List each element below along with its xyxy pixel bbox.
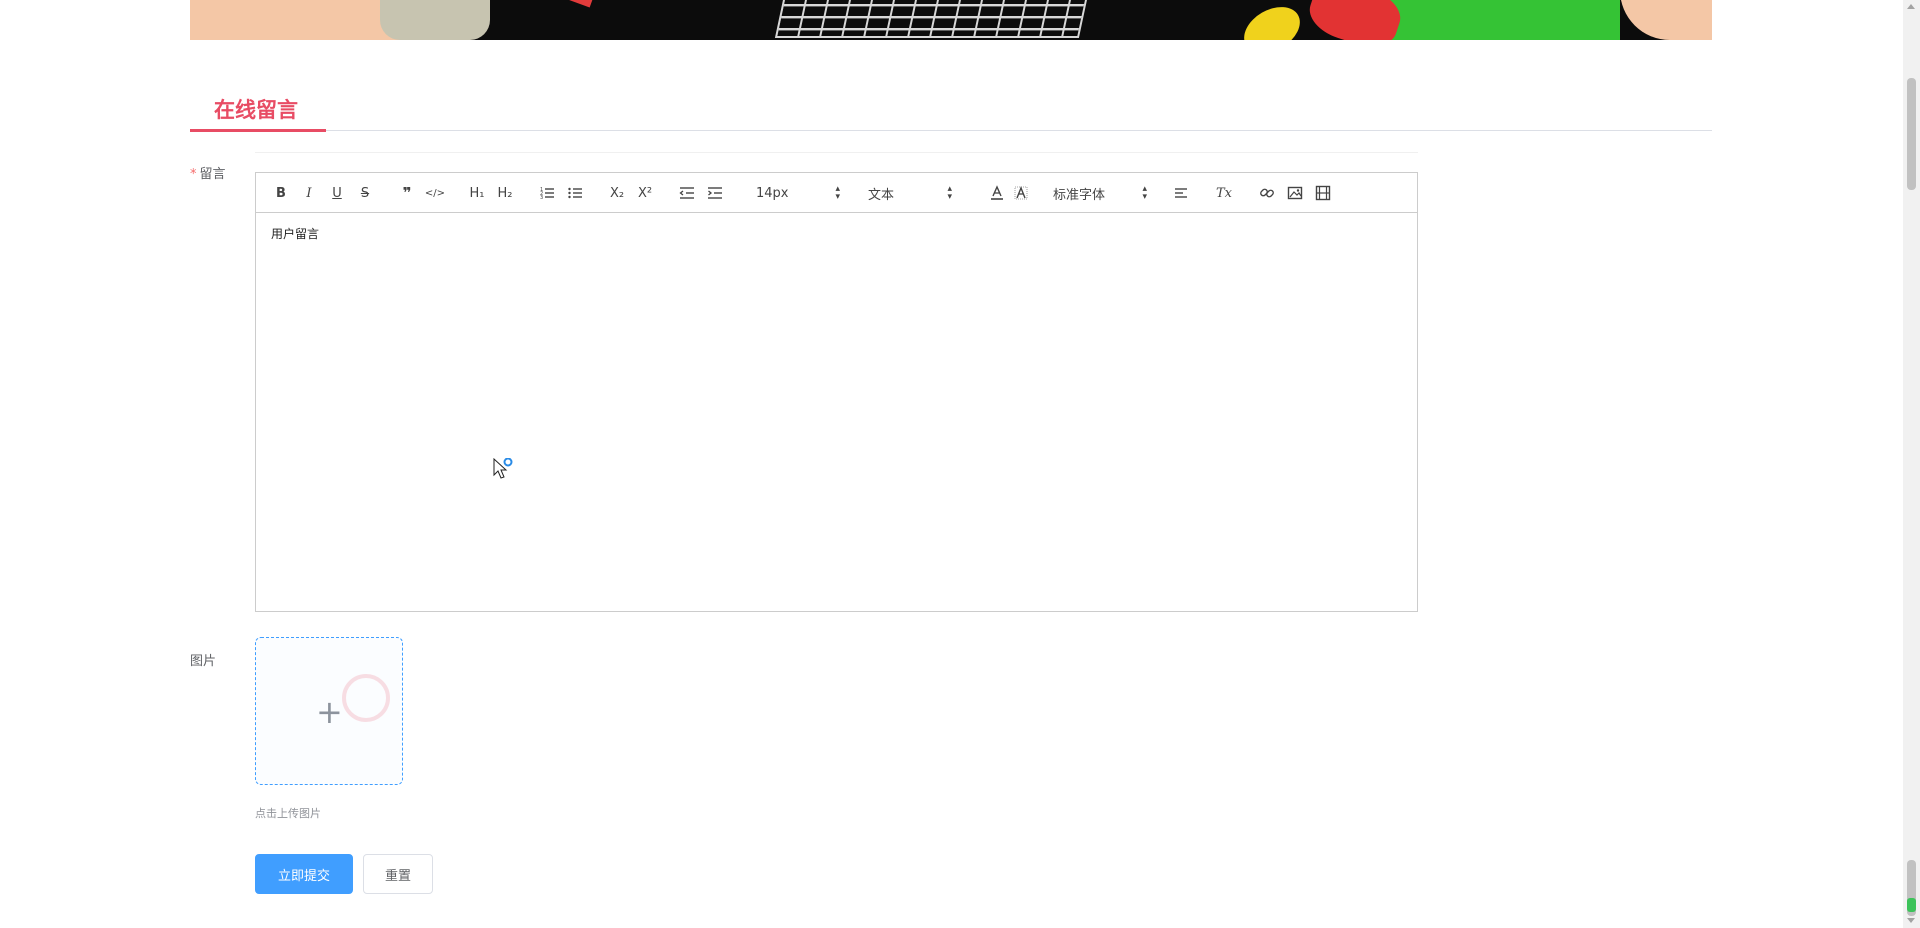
message-label-text: 留言 [199,167,226,182]
banner-shape [380,0,490,40]
editor-paragraph: 用户留言 [271,227,320,241]
align-button[interactable] [1170,181,1192,205]
banner-image [190,0,1712,40]
font-size-picker[interactable]: 14px ▴ ▾ [756,181,840,205]
bullet-list-button[interactable] [564,181,586,205]
bold-button[interactable]: B [270,181,292,205]
image-upload-box[interactable]: + [255,637,403,785]
plus-icon: + [316,693,343,731]
indent-icon [708,187,722,199]
banner-shape [568,0,594,8]
picker-caret-icon: ▴ ▾ [947,184,952,202]
font-size-value: 14px [756,185,789,201]
indent-button[interactable] [704,181,726,205]
mouse-cursor-icon [493,458,513,479]
h1-button[interactable]: H₁ [466,181,488,205]
scroll-thumb[interactable] [1907,78,1916,190]
scroll-marker [1907,898,1916,912]
page-scrollbar[interactable] [1903,0,1920,928]
image-button[interactable] [1284,181,1306,205]
ordered-list-icon: 1 2 3 [540,187,554,201]
blockquote-button[interactable]: ❞ [396,181,418,205]
background-color-icon [1014,186,1028,200]
link-button[interactable] [1256,181,1278,205]
align-left-icon [1175,188,1187,198]
underline-button[interactable]: U [326,181,348,205]
divider [255,152,1418,153]
banner-tag-shape [1303,0,1407,40]
background-color-button[interactable] [1010,181,1032,205]
italic-button[interactable]: I [298,181,320,205]
video-icon [1315,185,1331,201]
clear-format-button[interactable]: Tx [1213,181,1235,205]
text-color-button[interactable] [986,181,1008,205]
header-value: 文本 [868,187,895,203]
section-header: 在线留言 [190,86,1712,132]
picker-caret-icon: ▴ ▾ [1142,184,1147,202]
submit-button[interactable]: 立即提交 [255,854,353,894]
header-picker[interactable]: 文本 ▴ ▾ [868,181,952,205]
editor-content[interactable]: 用户留言 [256,213,1417,254]
svg-text:3: 3 [540,195,543,201]
font-family-value: 标准字体 [1053,187,1106,203]
required-mark: * [190,167,197,182]
outdent-icon [679,187,694,199]
editor-toolbar: B I U S ❞ </> H₁ H₂ 1 2 3 X₂ X² 14px ▴ ▾… [256,173,1417,213]
banner-shape [1236,0,1308,40]
strike-button[interactable]: S [354,181,376,205]
video-button[interactable] [1312,181,1334,205]
page-title: 在线留言 [214,98,298,122]
font-family-picker[interactable]: 标准字体 ▴ ▾ [1053,181,1147,205]
rich-text-editor: B I U S ❞ </> H₁ H₂ 1 2 3 X₂ X² 14px ▴ ▾… [255,172,1418,612]
subscript-button[interactable]: X₂ [606,181,628,205]
outdent-button[interactable] [676,181,698,205]
banner-cart-shape [774,0,1090,38]
scroll-up-icon[interactable] [1907,4,1915,9]
scroll-down-icon[interactable] [1907,918,1915,923]
loading-ring [342,674,390,722]
code-block-button[interactable]: </> [424,181,446,205]
title-underline [190,129,326,132]
image-label: 图片 [190,654,217,669]
superscript-button[interactable]: X² [634,181,656,205]
image-icon [1287,186,1303,200]
bullet-list-icon [568,187,582,199]
link-icon [1260,188,1274,198]
ordered-list-button[interactable]: 1 2 3 [536,181,558,205]
banner-shape [1620,0,1712,40]
picker-caret-icon: ▴ ▾ [835,184,840,202]
reset-button[interactable]: 重置 [363,854,433,894]
upload-tip: 点击上传图片 [255,807,321,820]
message-label: * 留言 [190,163,226,182]
h2-button[interactable]: H₂ [494,181,516,205]
text-color-icon [991,185,1003,200]
